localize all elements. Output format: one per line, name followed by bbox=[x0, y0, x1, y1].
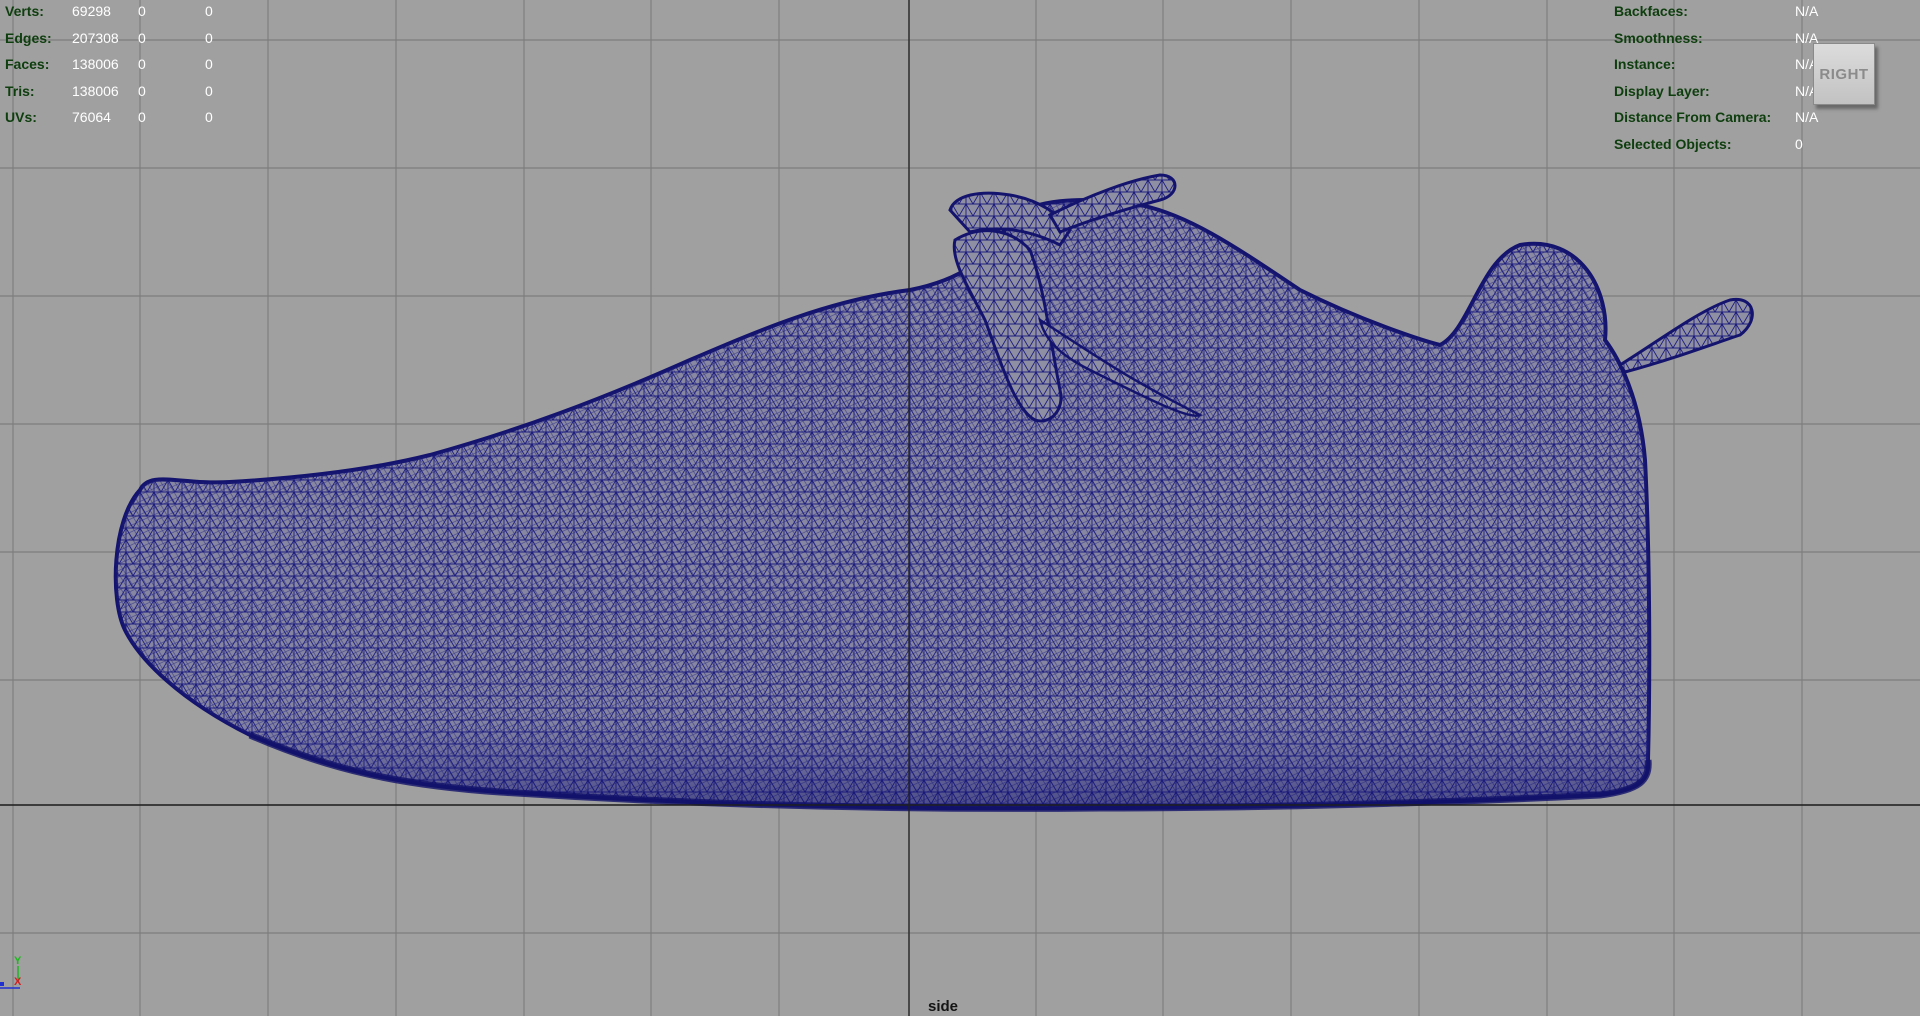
hud-value: 69298 bbox=[72, 3, 111, 19]
hud-value: 0 bbox=[138, 109, 146, 126]
hud-row-edges: Edges: 207308 0 0 bbox=[5, 25, 245, 52]
axis-gizmo: Y X bbox=[0, 955, 22, 989]
y-axis-label: Y bbox=[14, 955, 22, 967]
hud-row-distance-from-camera: Distance From Camera: N/A bbox=[1614, 104, 1914, 131]
hud-row-uvs: UVs: 76064 0 0 bbox=[5, 104, 245, 131]
hud-value: 0 bbox=[205, 82, 213, 99]
hud-label: UVs: bbox=[5, 109, 37, 126]
hud-row-selected-objects: Selected Objects: 0 bbox=[1614, 131, 1914, 158]
hud-label: Selected Objects: bbox=[1614, 135, 1732, 152]
hud-row-backfaces: Backfaces: N/A bbox=[1614, 0, 1914, 25]
z-axis-marker bbox=[0, 982, 4, 986]
hud-value: 76064 bbox=[72, 109, 111, 126]
hud-label: Tris: bbox=[5, 82, 35, 99]
hud-label: Faces: bbox=[5, 56, 50, 73]
hud-value: 0 bbox=[205, 56, 213, 73]
hud-label: Distance From Camera: bbox=[1614, 109, 1772, 126]
view-cube[interactable]: RIGHT bbox=[1813, 43, 1875, 105]
hud-value: 207308 bbox=[72, 29, 119, 46]
x-axis-label: X bbox=[14, 976, 22, 988]
hud-value: 0 bbox=[205, 29, 213, 46]
hud-value: 138006 bbox=[72, 82, 119, 99]
shoe-wireframe-mesh[interactable] bbox=[113, 173, 1754, 812]
camera-name-label: side bbox=[928, 998, 959, 1015]
hud-value: 138006 bbox=[72, 56, 119, 73]
hud-value: N/A bbox=[1795, 109, 1819, 126]
hud-value: 0 bbox=[138, 56, 146, 73]
hud-label: Backfaces: bbox=[1614, 3, 1688, 19]
hud-label: Instance: bbox=[1614, 56, 1676, 73]
hud-value: 0 bbox=[205, 3, 213, 19]
hud-label: Smoothness: bbox=[1614, 29, 1703, 46]
hud-row-faces: Faces: 138006 0 0 bbox=[5, 51, 245, 78]
hud-label: Edges: bbox=[5, 29, 52, 46]
hud-value: 0 bbox=[138, 3, 146, 19]
view-cube-label: RIGHT bbox=[1819, 65, 1869, 83]
hud-value: 0 bbox=[205, 109, 213, 126]
hud-row-verts: Verts: 69298 0 0 bbox=[5, 0, 245, 25]
hud-label: Display Layer: bbox=[1614, 82, 1710, 99]
poly-count-hud: Verts: 69298 0 0 Edges: 207308 0 0 Faces… bbox=[5, 0, 245, 131]
hud-value: N/A bbox=[1795, 3, 1819, 19]
hud-value: 0 bbox=[138, 29, 146, 46]
hud-value: 0 bbox=[138, 82, 146, 99]
side-viewport[interactable]: Verts: 69298 0 0 Edges: 207308 0 0 Faces… bbox=[0, 0, 1920, 1016]
heel-tab[interactable] bbox=[1617, 297, 1754, 374]
hud-row-tris: Tris: 138006 0 0 bbox=[5, 78, 245, 105]
hud-label: Verts: bbox=[5, 3, 44, 19]
hud-value: 0 bbox=[1795, 135, 1803, 152]
